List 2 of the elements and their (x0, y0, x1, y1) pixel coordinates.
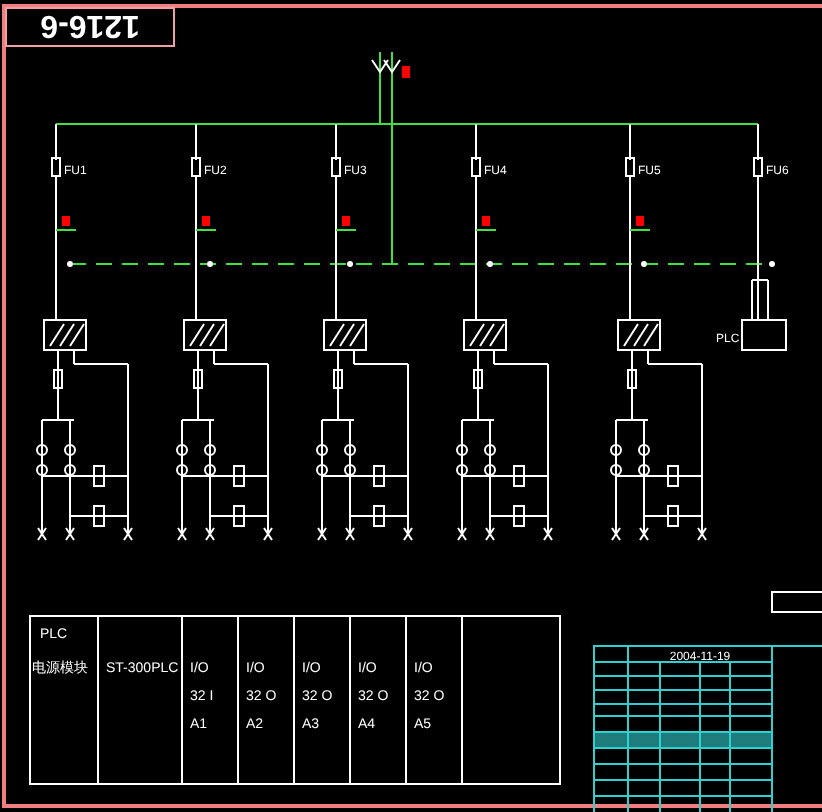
drawing-number: 1216-6 (40, 8, 140, 42)
plc-box (741, 279, 787, 351)
